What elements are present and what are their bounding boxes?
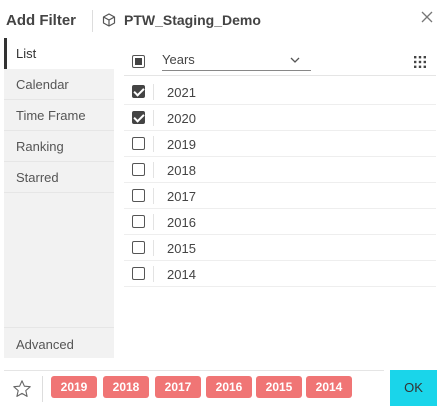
list-item[interactable]: 2017 <box>124 183 436 209</box>
row-label: 2017 <box>167 189 196 204</box>
filter-type-sidebar: List Calendar Time Frame Ranking Starred… <box>4 38 114 358</box>
selected-value-chip[interactable]: 2014 <box>306 376 352 398</box>
selected-value-chip[interactable]: 2018 <box>103 376 149 398</box>
row-checkbox[interactable] <box>132 85 145 98</box>
list-item[interactable]: 2021 <box>124 79 436 105</box>
row-divider <box>153 266 154 282</box>
list-item[interactable]: 2016 <box>124 209 436 235</box>
row-checkbox[interactable] <box>132 241 145 254</box>
row-checkbox[interactable] <box>132 163 145 176</box>
chevron-down-icon <box>290 57 300 63</box>
sidebar-item-ranking[interactable]: Ranking <box>4 131 114 162</box>
row-label: 2021 <box>167 85 196 100</box>
row-divider <box>153 110 154 126</box>
dialog-title: Add Filter <box>6 12 76 29</box>
select-all-checkbox[interactable] <box>132 55 145 68</box>
grid-icon[interactable] <box>414 56 426 68</box>
list-item[interactable]: 2015 <box>124 235 436 261</box>
row-label: 2018 <box>167 163 196 178</box>
sidebar-item-time-frame[interactable]: Time Frame <box>4 100 114 131</box>
row-checkbox[interactable] <box>132 215 145 228</box>
row-checkbox[interactable] <box>132 267 145 280</box>
sidebar-item-advanced[interactable]: Advanced <box>4 327 114 358</box>
row-divider <box>153 84 154 100</box>
sidebar-item-list[interactable]: List <box>4 38 114 69</box>
row-label: 2014 <box>167 267 196 282</box>
dataset-name: PTW_Staging_Demo <box>124 12 261 28</box>
row-divider <box>153 188 154 204</box>
footer-divider <box>4 370 384 371</box>
list-item[interactable]: 2019 <box>124 131 436 157</box>
selected-value-chip[interactable]: 2016 <box>206 376 252 398</box>
close-icon[interactable] <box>419 9 435 25</box>
row-label: 2020 <box>167 111 196 126</box>
row-divider <box>153 136 154 152</box>
row-divider <box>153 240 154 256</box>
list-header: Years <box>124 44 436 76</box>
selected-value-chip[interactable]: 2017 <box>155 376 201 398</box>
selected-value-chip[interactable]: 2019 <box>51 376 97 398</box>
row-label: 2015 <box>167 241 196 256</box>
header-divider <box>92 10 93 32</box>
row-checkbox[interactable] <box>132 137 145 150</box>
list-item[interactable]: 2014 <box>124 261 436 287</box>
row-checkbox[interactable] <box>132 111 145 124</box>
field-select[interactable]: Years <box>162 49 311 71</box>
selected-value-chip[interactable]: 2015 <box>256 376 302 398</box>
ok-button[interactable]: OK <box>390 370 437 406</box>
dialog-header: Add Filter PTW_Staging_Demo <box>0 0 445 40</box>
dialog-footer: 2019 2018 2017 2016 2015 2014 OK <box>0 370 445 410</box>
list-item[interactable]: 2018 <box>124 157 436 183</box>
row-divider <box>153 162 154 178</box>
row-label: 2019 <box>167 137 196 152</box>
row-divider <box>153 214 154 230</box>
footer-separator <box>42 376 43 402</box>
sidebar-item-calendar[interactable]: Calendar <box>4 69 114 100</box>
list-item[interactable]: 2020 <box>124 105 436 131</box>
row-checkbox[interactable] <box>132 189 145 202</box>
cube-icon <box>102 13 116 27</box>
star-icon[interactable] <box>12 379 32 399</box>
sidebar-item-starred[interactable]: Starred <box>4 162 114 193</box>
row-label: 2016 <box>167 215 196 230</box>
field-select-value: Years <box>162 52 195 67</box>
